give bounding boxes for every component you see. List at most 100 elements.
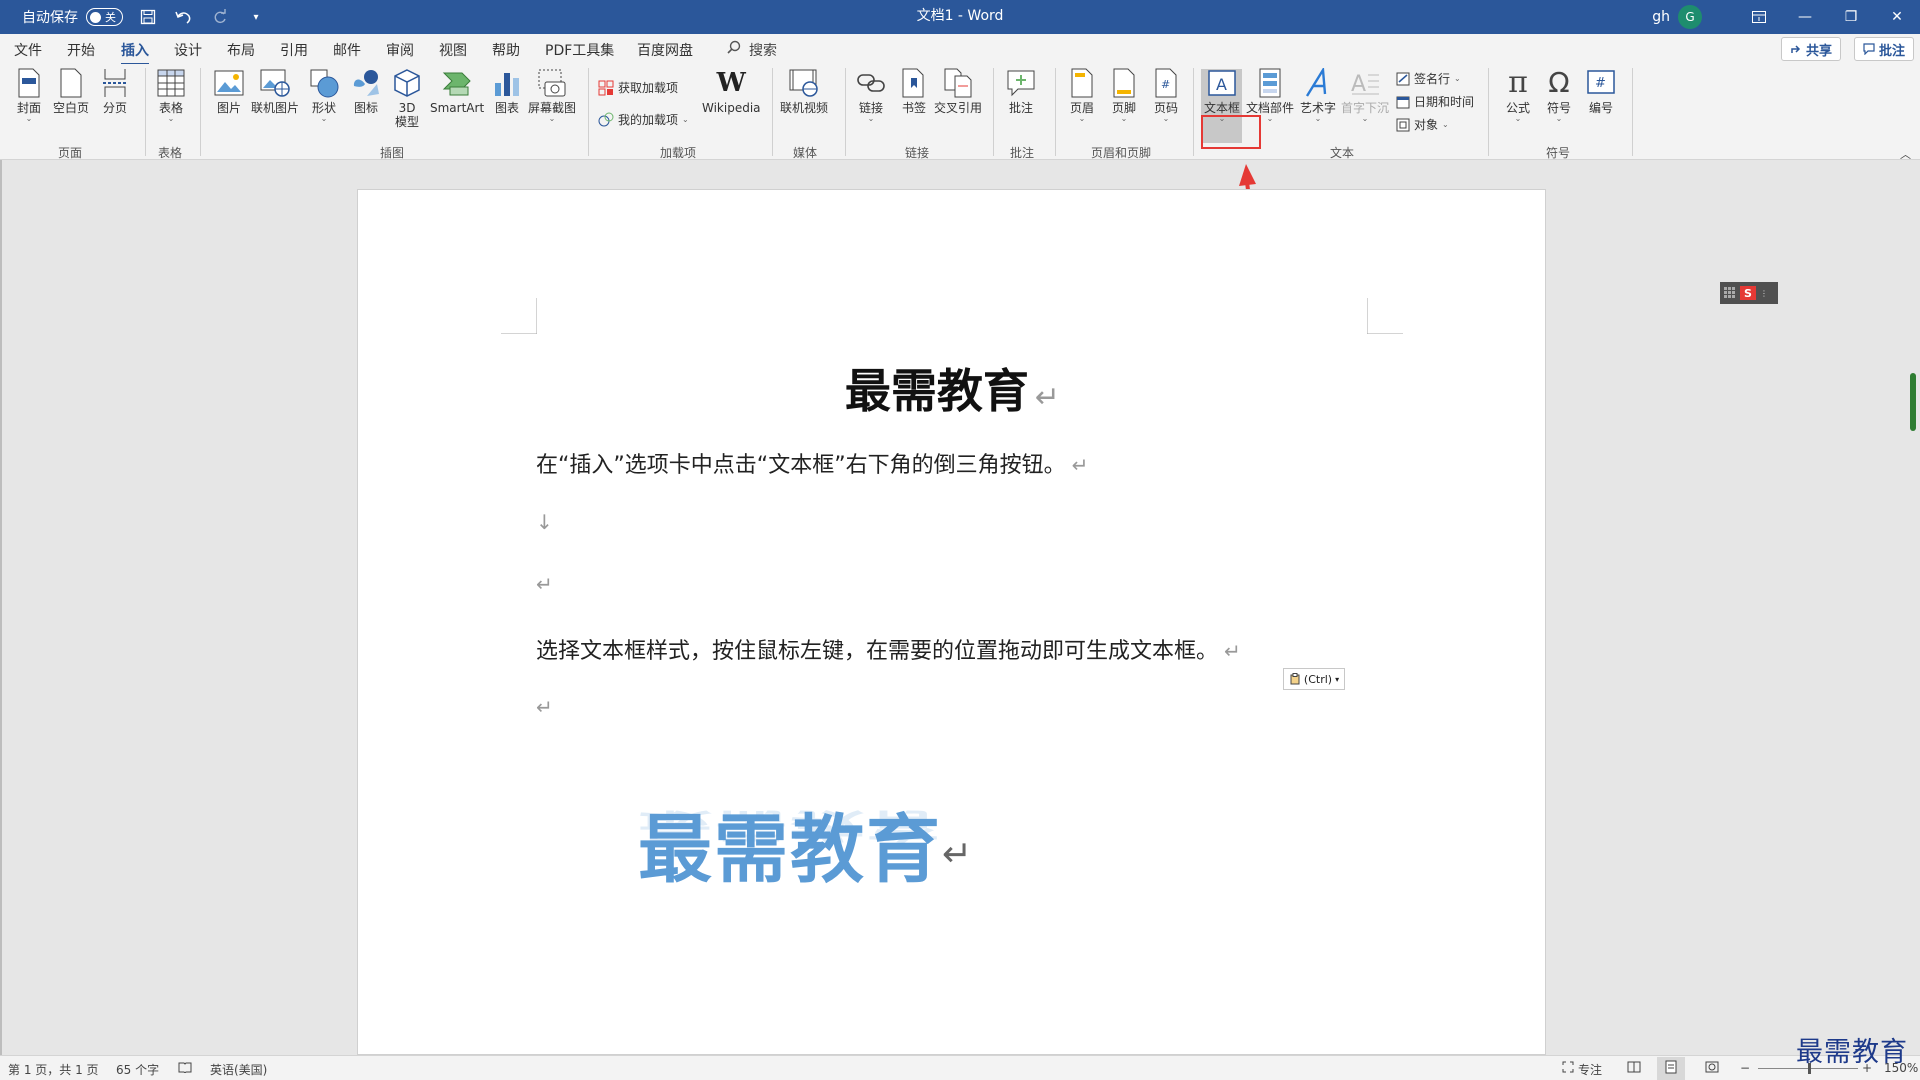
header-button[interactable]: 页眉 ⌄ <box>1067 68 1097 123</box>
online-video-button[interactable]: 联机视频 <box>780 68 828 115</box>
picture-button[interactable]: 图片 <box>214 68 244 115</box>
share-button[interactable]: 共享 <box>1781 37 1842 61</box>
focus-mode-button[interactable]: 专注 <box>1562 1061 1602 1078</box>
collapse-ribbon-icon[interactable]: ︿ <box>1900 146 1911 162</box>
web-layout-icon[interactable] <box>1705 1061 1719 1076</box>
object-button[interactable]: 对象 ⌄ <box>1396 116 1449 133</box>
tab-review[interactable]: 审阅 <box>386 40 414 60</box>
document-page[interactable]: 最需教育 ↵ 在“插入”选项卡中点击“文本框”右下角的倒三角按钮。 ↵ ↓ ↵ 选择… <box>357 189 1546 1055</box>
tab-layout[interactable]: 布局 <box>227 40 255 60</box>
new-comment-button[interactable]: 批注 <box>1006 68 1036 115</box>
get-addins-button[interactable]: 获取加载项 <box>598 79 678 96</box>
read-mode-icon[interactable] <box>1627 1061 1641 1076</box>
customize-quick-access-icon[interactable]: ▾ <box>245 6 267 28</box>
page-count[interactable]: 第 1 页，共 1 页 <box>8 1061 99 1078</box>
smartart-button[interactable]: SmartArt <box>430 68 484 115</box>
dropcap-icon: A <box>1350 68 1380 98</box>
chart-icon <box>492 68 522 98</box>
word-count[interactable]: 65 个字 <box>116 1061 159 1078</box>
tab-baidu-netdisk[interactable]: 百度网盘 <box>637 40 693 60</box>
group-label-symbols: 符号 <box>1546 146 1571 160</box>
picture-icon <box>214 68 244 98</box>
language-indicator[interactable]: 英语(美国) <box>210 1061 267 1078</box>
numbering-button[interactable]: # 编号 <box>1586 68 1616 115</box>
wikipedia-button[interactable]: W Wikipedia <box>702 68 761 115</box>
page-break-button[interactable]: 分页 <box>100 68 130 115</box>
group-label-header-footer: 页眉和页脚 <box>1091 146 1152 160</box>
grid-handle-icon <box>1724 287 1735 298</box>
scrollbar-thumb[interactable] <box>1910 373 1916 431</box>
blank-page-icon <box>56 68 86 98</box>
ribbon: 封面 ⌄ 空白页 分页 页面 表格 ⌄ 表格 图片 联机图片 形状 ⌄ 图标 3D 模型… <box>0 64 1920 162</box>
tab-view[interactable]: 视图 <box>439 40 467 60</box>
ribbon-display-options-icon[interactable] <box>1736 0 1782 34</box>
tab-pdf-tools[interactable]: PDF工具集 <box>545 40 614 60</box>
signature-line-button[interactable]: 签名行 ⌄ <box>1396 70 1461 87</box>
document-heading: 最需教育 ↵ <box>844 364 1061 418</box>
search-box[interactable]: 搜索 <box>727 40 777 60</box>
my-addins-button[interactable]: 我的加载项 ⌄ <box>598 111 689 128</box>
proofing-icon[interactable] <box>178 1061 192 1076</box>
footer-button[interactable]: 页脚 ⌄ <box>1109 68 1139 123</box>
screenshot-button[interactable]: 屏幕截图 ⌄ <box>528 68 576 123</box>
date-time-button[interactable]: 日期和时间 <box>1396 93 1474 110</box>
paste-options-button[interactable]: (Ctrl) ▾ <box>1283 668 1345 690</box>
online-video-icon <box>789 68 819 98</box>
save-icon[interactable] <box>137 6 159 28</box>
my-addins-icon <box>598 112 614 126</box>
icons-button[interactable]: 图标 <box>351 68 381 115</box>
avatar[interactable]: G <box>1678 5 1702 29</box>
autosave-toggle[interactable]: 关 <box>86 8 123 26</box>
page-number-icon: # <box>1151 68 1181 98</box>
symbol-button[interactable]: Ω 符号 ⌄ <box>1544 68 1574 123</box>
bookmark-button[interactable]: 书签 <box>899 68 929 115</box>
tab-file[interactable]: 文件 <box>14 40 42 60</box>
cover-page-button[interactable]: 封面 ⌄ <box>14 68 44 123</box>
tab-design[interactable]: 设计 <box>174 40 202 60</box>
user-name[interactable]: gh <box>1652 9 1670 25</box>
ime-toolbar[interactable]: S ⋮ <box>1720 282 1778 304</box>
equation-button[interactable]: π 公式 ⌄ <box>1503 68 1533 123</box>
new-comment-icon <box>1006 68 1036 98</box>
dropcap-button[interactable]: A 首字下沉 ⌄ <box>1341 68 1389 123</box>
cross-reference-button[interactable]: 交叉引用 <box>934 68 982 115</box>
online-picture-button[interactable]: 联机图片 <box>251 68 299 115</box>
link-button[interactable]: 链接 ⌄ <box>856 68 886 123</box>
tab-insert[interactable]: 插入 <box>121 40 149 66</box>
undo-icon[interactable] <box>173 6 195 28</box>
minimize-icon[interactable]: — <box>1782 0 1828 34</box>
calendar-icon <box>1396 96 1410 108</box>
restore-icon[interactable]: ❐ <box>1828 0 1874 34</box>
page-number-button[interactable]: # 页码 ⌄ <box>1151 68 1181 123</box>
redo-icon[interactable] <box>209 6 231 28</box>
close-icon[interactable]: ✕ <box>1874 0 1920 34</box>
tab-help[interactable]: 帮助 <box>492 40 520 60</box>
tab-references[interactable]: 引用 <box>280 40 308 60</box>
svg-text:A: A <box>1216 75 1227 94</box>
search-icon <box>727 40 741 54</box>
group-label-illustrations: 插图 <box>380 146 405 160</box>
margin-mark-top-left <box>501 298 537 334</box>
chart-button[interactable]: 图表 <box>492 68 522 115</box>
tab-mailings[interactable]: 邮件 <box>333 40 361 60</box>
tab-home[interactable]: 开始 <box>67 40 95 60</box>
zoom-out-button[interactable]: − <box>1740 1061 1750 1075</box>
wordart-button[interactable]: 艺术字 ⌄ <box>1300 68 1336 123</box>
margin-mark-top-right <box>1367 298 1403 334</box>
table-button[interactable]: 表格 ⌄ <box>156 68 186 123</box>
document-title: 文档1 - Word <box>916 8 1004 24</box>
3d-models-button[interactable]: 3D 模型 <box>392 68 422 129</box>
object-icon <box>1396 118 1410 131</box>
print-layout-icon[interactable] <box>1657 1057 1685 1080</box>
omega-icon: Ω <box>1548 66 1570 99</box>
vertical-ruler <box>0 160 2 1055</box>
blank-page-button[interactable]: 空白页 <box>53 68 89 115</box>
svg-text:#: # <box>1595 76 1606 91</box>
cover-page-icon <box>14 68 44 98</box>
comments-button[interactable]: 批注 <box>1854 37 1915 61</box>
clipboard-icon <box>1290 673 1300 685</box>
svg-text:A: A <box>1351 72 1366 97</box>
shapes-button[interactable]: 形状 ⌄ <box>309 68 339 123</box>
group-label-addins: 加载项 <box>660 146 697 160</box>
empty-paragraph-mark: ↵ <box>536 572 553 596</box>
